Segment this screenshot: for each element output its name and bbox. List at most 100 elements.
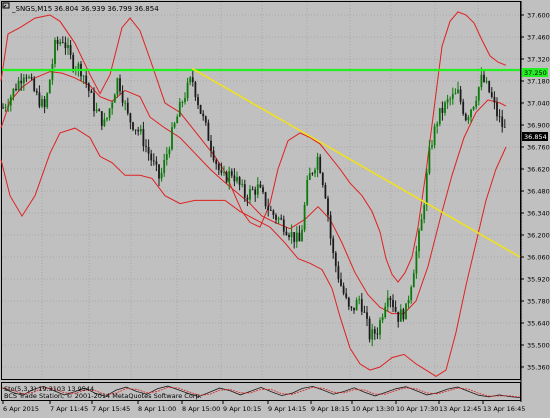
candle-body (95, 109, 98, 112)
candle-body (480, 74, 483, 88)
candle-body (498, 116, 501, 118)
candle-body (9, 96, 12, 106)
candle-body (368, 318, 371, 340)
chart-background (0, 0, 550, 413)
candle-body (132, 122, 134, 130)
x-tick-label: 13 Apr 12:45 (439, 405, 481, 413)
candlestick (207, 119, 210, 141)
candle-body (233, 175, 236, 182)
candle-body (152, 160, 155, 162)
candle-body (477, 87, 480, 101)
y-tick-label: 36.340 (527, 210, 550, 218)
candle-body (236, 177, 238, 182)
candle-body (301, 229, 303, 242)
candle-body (204, 116, 207, 123)
candlestick (48, 79, 51, 94)
candle-body (98, 109, 101, 112)
resistance-price-tag: 37.250 (522, 68, 548, 77)
candle-body (389, 297, 392, 300)
candle-body (269, 210, 272, 211)
candle-body (454, 93, 457, 95)
x-tick-label: 7 Apr 11:45 (50, 405, 88, 413)
candle-body (290, 232, 293, 238)
candle-body (189, 77, 192, 83)
candle-body (33, 78, 36, 91)
candle-body (202, 113, 205, 117)
candle-body (373, 329, 376, 334)
x-tick-label: 8 Apr 15:00 (182, 405, 220, 413)
candle-body (254, 189, 257, 195)
chart-canvas[interactable]: 37.600 37.460 37.320 37.180 37.040 36.900 36.7… (0, 0, 550, 413)
candle-body (431, 145, 433, 148)
resistance-price-label: 37.250 (524, 69, 547, 77)
candle-body (56, 40, 59, 44)
candle-body (77, 63, 80, 70)
candle-body (191, 77, 194, 83)
candlestick (464, 112, 467, 122)
candle-body (412, 273, 415, 288)
candle-body (22, 77, 25, 84)
y-tick-label: 37.180 (527, 78, 550, 86)
candlestick (405, 303, 407, 320)
candle-body (306, 179, 309, 205)
candle-body (295, 232, 298, 242)
candle-body (238, 177, 241, 185)
candle-body (444, 102, 446, 113)
x-tick-label: 9 Apr 10:15 (223, 405, 261, 413)
candle-body (106, 117, 108, 120)
candle-body (501, 116, 504, 127)
candle-body (25, 77, 28, 79)
candle-body (259, 184, 262, 188)
candle-body (178, 102, 181, 117)
y-tick-label: 35.500 (527, 342, 550, 350)
candle-body (262, 187, 264, 193)
candlestick (225, 170, 228, 184)
candlestick (46, 92, 49, 109)
candle-body (342, 285, 345, 294)
chart-window[interactable]: 37.600 37.460 37.320 37.180 37.040 36.900 36.7… (0, 0, 550, 413)
candlestick (433, 123, 436, 149)
candle-body (121, 91, 124, 103)
candle-body (126, 102, 129, 114)
candle-body (490, 92, 493, 97)
candle-body (272, 210, 275, 215)
candle-body (113, 94, 116, 103)
candle-body (69, 45, 72, 55)
candle-body (415, 251, 418, 274)
candle-body (392, 300, 394, 308)
y-tick-label: 36.760 (527, 144, 550, 152)
candle-body (230, 171, 233, 176)
candle-body (503, 126, 506, 128)
candle-body (394, 307, 397, 312)
candle-body (158, 164, 160, 179)
candlestick (113, 93, 116, 103)
candle-body (176, 116, 179, 124)
y-tick-label: 37.600 (527, 12, 550, 20)
y-tick-label: 35.920 (527, 276, 550, 284)
y-tick-label: 35.640 (527, 320, 550, 328)
candle-body (165, 154, 168, 160)
candle-body (319, 156, 322, 173)
candle-body (303, 204, 306, 230)
y-tick-label: 35.360 (527, 364, 550, 372)
candle-body (462, 101, 465, 114)
candle-body (355, 300, 358, 311)
candle-body (4, 107, 7, 108)
candle-body (134, 129, 137, 131)
candle-body (46, 93, 49, 108)
candle-body (119, 78, 121, 92)
candle-body (210, 140, 212, 151)
candle-body (459, 89, 462, 102)
x-tick-label: 8 Apr 11:00 (138, 405, 176, 413)
candle-body (163, 160, 166, 173)
candle-body (381, 317, 384, 321)
candle-body (243, 184, 246, 198)
candlestick (319, 154, 322, 174)
candle-body (7, 105, 10, 108)
candle-body (246, 197, 249, 200)
candlestick (438, 107, 441, 127)
y-tick-label: 36.060 (527, 254, 550, 262)
candle-body (308, 173, 311, 180)
candle-body (493, 96, 496, 103)
candle-body (199, 105, 202, 114)
